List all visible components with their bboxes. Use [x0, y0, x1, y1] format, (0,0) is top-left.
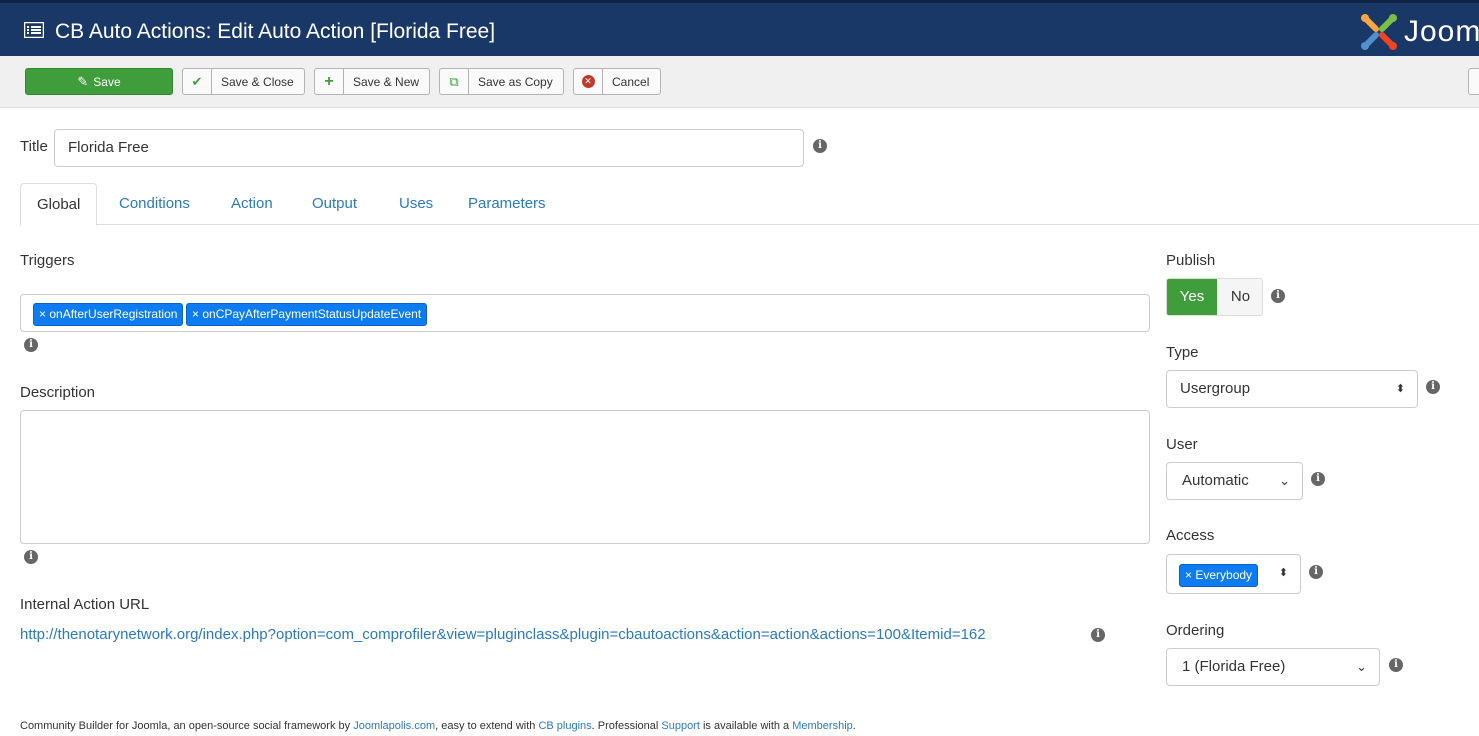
footer-credits: Community Builder for Joomla, an open-so… [20, 720, 856, 732]
internal-url-label: Internal Action URL [20, 596, 150, 613]
publish-no-option[interactable]: No [1217, 279, 1262, 315]
plus-icon: + [315, 69, 344, 94]
publish-yes-option[interactable]: Yes [1167, 279, 1217, 315]
remove-icon[interactable]: × [192, 307, 199, 321]
chevron-down-icon: ⌄ [1356, 659, 1367, 674]
internal-url-link[interactable]: http://thenotarynetwork.org/index.php?op… [20, 626, 986, 643]
info-icon[interactable]: i [1426, 380, 1440, 394]
options-button[interactable] [1468, 68, 1479, 95]
cancel-icon: ✕ [574, 69, 603, 94]
triggers-input[interactable]: × onAfterUserRegistration × onCPayAfterP… [20, 294, 1150, 332]
cb-plugins-link[interactable]: CB plugins [538, 720, 591, 732]
info-icon[interactable]: i [1309, 565, 1323, 579]
user-label: User [1166, 436, 1198, 453]
access-label: Access [1166, 527, 1215, 544]
title-input[interactable]: Florida Free [54, 129, 804, 167]
info-icon[interactable]: i [813, 139, 827, 153]
tab-uses[interactable]: Uses [399, 183, 433, 225]
joomla-logo-icon [1361, 14, 1397, 50]
tab-global[interactable]: Global [20, 183, 98, 226]
description-label: Description [20, 384, 96, 401]
edit-icon: ✎ [77, 73, 89, 89]
check-icon: ✔ [183, 69, 212, 94]
save-button[interactable]: ✎ Save [25, 68, 173, 95]
save-close-button[interactable]: ✔ Save & Close [182, 68, 305, 95]
ordering-select[interactable]: 1 (Florida Free) ⌄ [1166, 648, 1380, 686]
trigger-chip[interactable]: × onCPayAfterPaymentStatusUpdateEvent [186, 303, 428, 326]
tab-action[interactable]: Action [231, 183, 273, 225]
updown-arrow-icon: ⬍ [1395, 383, 1405, 395]
remove-icon[interactable]: × [1185, 568, 1192, 582]
page-title: CB Auto Actions: Edit Auto Action [Flori… [55, 20, 496, 43]
info-icon[interactable]: i [1389, 658, 1403, 672]
membership-link[interactable]: Membership [792, 720, 853, 732]
header-bar: CB Auto Actions: Edit Auto Action [Flori… [0, 0, 1479, 56]
info-icon[interactable]: i [1311, 472, 1325, 486]
access-select[interactable]: × Everybody ⬍ [1166, 554, 1301, 594]
chevron-down-icon: ⌄ [1279, 473, 1290, 488]
list-icon [24, 22, 44, 38]
info-icon[interactable]: i [1091, 628, 1105, 642]
tab-parameters[interactable]: Parameters [468, 183, 546, 225]
updown-arrow-icon: ⬍ [1278, 567, 1288, 579]
save-copy-button[interactable]: ⧉ Save as Copy [439, 68, 564, 95]
tab-conditions[interactable]: Conditions [119, 183, 190, 225]
publish-toggle[interactable]: Yes No [1166, 278, 1263, 316]
access-chip[interactable]: × Everybody [1179, 564, 1259, 587]
description-textarea[interactable] [20, 410, 1150, 544]
toolbar: ✎ Save ✔ Save & Close + Save & New ⧉ Sav… [0, 56, 1479, 108]
tab-bar: Global Conditions Action Output Uses Par… [20, 183, 1479, 226]
info-icon[interactable]: i [24, 550, 38, 564]
support-link[interactable]: Support [661, 720, 700, 732]
type-select[interactable]: Usergroup ⬍ [1166, 370, 1418, 408]
save-new-button[interactable]: + Save & New [314, 68, 430, 95]
info-icon[interactable]: i [24, 338, 38, 352]
triggers-label: Triggers [20, 252, 75, 269]
joomla-wordmark: Jooml [1404, 15, 1479, 48]
remove-icon[interactable]: × [39, 307, 46, 321]
joomlapolis-link[interactable]: Joomlapolis.com [353, 720, 435, 732]
joomla-logo: Jooml [1360, 13, 1479, 53]
ordering-label: Ordering [1166, 622, 1225, 639]
user-select[interactable]: Automatic ⌄ [1166, 462, 1303, 500]
publish-label: Publish [1166, 252, 1216, 269]
copy-icon: ⧉ [440, 69, 469, 94]
title-label: Title [20, 138, 48, 155]
trigger-chip[interactable]: × onAfterUserRegistration [33, 303, 184, 326]
type-label: Type [1166, 344, 1199, 361]
info-icon[interactable]: i [1271, 289, 1285, 303]
tab-output[interactable]: Output [312, 183, 357, 225]
cancel-button[interactable]: ✕ Cancel [573, 68, 661, 95]
